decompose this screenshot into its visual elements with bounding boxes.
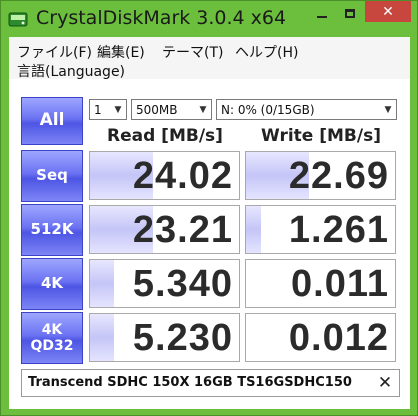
title-bar[interactable]: CrystalDiskMark 3.0.4 x64 ✕ — [1, 1, 417, 37]
clear-icon[interactable]: ✕ — [375, 372, 395, 394]
menu-help[interactable]: ヘルプ(H) — [235, 42, 298, 62]
chevron-down-icon: ▼ — [384, 104, 392, 115]
menu-theme[interactable]: テーマ(T) — [162, 42, 223, 62]
seq-button[interactable]: Seq — [21, 150, 83, 202]
seq-write-value: 22.69 — [288, 155, 389, 197]
4k-qd32-button[interactable]: 4K QD32 — [21, 312, 83, 364]
client-area: ファイル(F) 編集(E) テーマ(T) ヘルプ(H) 言語(Language)… — [9, 37, 410, 409]
4k-qd32-read-cell: 5.230 — [89, 313, 240, 362]
benchmark-panel: All 1 ▼ 500MB ▼ N: 0% (0/15GB) ▼ Read [M… — [9, 79, 410, 409]
512k-read-cell: 23.21 — [89, 205, 240, 254]
drive-value: N: 0% (0/15GB) — [221, 102, 315, 117]
drive-select[interactable]: N: 0% (0/15GB) ▼ — [216, 99, 397, 120]
read-header: Read [MB/s] — [107, 126, 223, 146]
menu-file[interactable]: ファイル(F) — [17, 42, 92, 62]
size-value: 500MB — [136, 102, 178, 117]
all-button[interactable]: All — [21, 97, 83, 145]
comment-field[interactable]: Transcend SDHC 150X 16GB TS16GSDHC150 ✕ — [21, 369, 400, 397]
4k-qd32-write-cell: 0.012 — [245, 313, 396, 362]
size-select[interactable]: 500MB ▼ — [131, 99, 212, 120]
4k-read-bar — [90, 260, 114, 307]
4k-read-cell: 5.340 — [89, 259, 240, 308]
maximize-icon — [345, 8, 355, 18]
4k-qd32-write-value: 0.012 — [288, 317, 389, 359]
4k-read-value: 5.340 — [132, 263, 233, 305]
4k-qd32-read-value: 5.230 — [132, 317, 233, 359]
app-disk-icon — [8, 12, 28, 27]
chevron-down-icon: ▼ — [199, 104, 207, 115]
4k-button[interactable]: 4K — [21, 258, 83, 310]
minimize-button[interactable] — [308, 1, 336, 25]
4k-write-value: 0.011 — [291, 263, 389, 305]
seq-write-cell: 22.69 — [245, 151, 396, 200]
runs-value: 1 — [94, 102, 102, 117]
4k-qd32-read-bar — [90, 314, 114, 361]
runs-select[interactable]: 1 ▼ — [89, 99, 127, 120]
write-header: Write [MB/s] — [261, 126, 381, 146]
seq-read-value: 24.02 — [132, 155, 233, 197]
minimize-icon — [317, 16, 327, 18]
menu-edit[interactable]: 編集(E) — [97, 42, 145, 62]
seq-read-cell: 24.02 — [89, 151, 240, 200]
comment-text: Transcend SDHC 150X 16GB TS16GSDHC150 — [28, 375, 352, 390]
window-title: CrystalDiskMark 3.0.4 x64 — [36, 7, 287, 29]
chevron-down-icon: ▼ — [114, 104, 122, 115]
menu-language[interactable]: 言語(Language) — [17, 61, 125, 81]
maximize-button[interactable] — [336, 1, 364, 25]
menu-bar: ファイル(F) 編集(E) テーマ(T) ヘルプ(H) 言語(Language) — [9, 37, 410, 81]
app-window: CrystalDiskMark 3.0.4 x64 ✕ ファイル(F) 編集(E… — [0, 0, 418, 416]
512k-read-value: 23.21 — [132, 209, 233, 251]
512k-write-cell: 1.261 — [245, 205, 396, 254]
close-button[interactable]: ✕ — [365, 1, 411, 22]
close-icon: ✕ — [382, 3, 394, 20]
512k-write-value: 1.261 — [288, 209, 389, 251]
512k-button[interactable]: 512K — [21, 204, 83, 256]
4k-write-cell: 0.011 — [245, 259, 396, 308]
512k-write-bar — [246, 206, 261, 253]
